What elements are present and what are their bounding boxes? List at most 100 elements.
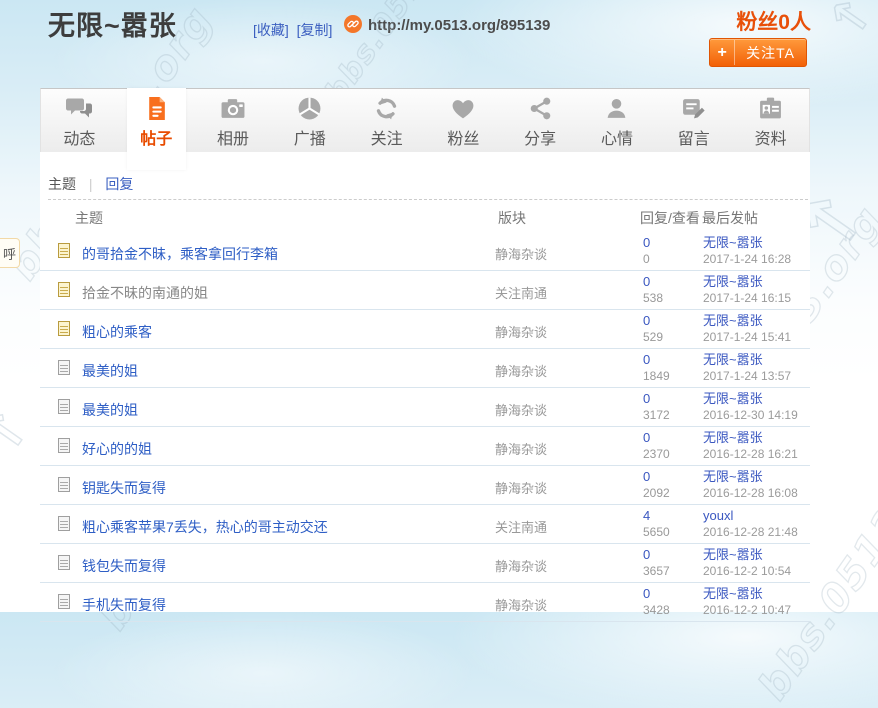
tab-label: 资料 (732, 125, 809, 149)
tab-动态[interactable]: 动态 (41, 89, 118, 152)
message-note-icon (655, 96, 732, 125)
forum-link[interactable]: 静海杂谈 (495, 556, 547, 575)
reply-view-cell: 0538 (643, 274, 663, 306)
thread-document-icon (58, 399, 70, 414)
thread-row: 最美的姐静海杂谈03172无限~嚣张2016-12-30 14:19 (40, 388, 810, 427)
tab-label: 分享 (502, 125, 579, 149)
forum-link[interactable]: 静海杂谈 (495, 400, 547, 419)
last-post-cell: 无限~嚣张2016-12-28 16:21 (703, 430, 798, 462)
favorite-link[interactable]: [收藏] (253, 22, 289, 38)
thread-title-link[interactable]: 最美的姐 (82, 361, 138, 381)
thread-title-link[interactable]: 最美的姐 (82, 400, 138, 420)
tab-关注[interactable]: 关注 (348, 89, 425, 152)
forum-link[interactable]: 静海杂谈 (495, 595, 547, 614)
thread-subnav: 主题 | 回复 (48, 174, 133, 194)
last-post-time: 2017-1-24 16:28 (703, 251, 791, 267)
tab-分享[interactable]: 分享 (502, 89, 579, 152)
view-count: 538 (643, 290, 663, 306)
reply-count-link[interactable]: 0 (643, 274, 663, 290)
share-icon (502, 96, 579, 125)
forum-link[interactable]: 静海杂谈 (495, 322, 547, 341)
thread-title-link[interactable]: 拾金不昧的南通的姐 (82, 283, 208, 303)
reply-count-link[interactable]: 0 (643, 391, 670, 407)
last-poster-link[interactable]: 无限~嚣张 (703, 235, 791, 251)
tab-留言[interactable]: 留言 (655, 89, 732, 152)
forum-link[interactable]: 静海杂谈 (495, 361, 547, 380)
thread-row: 手机失而复得静海杂谈03428无限~嚣张2016-12-2 10:47 (40, 583, 810, 622)
last-poster-link[interactable]: 无限~嚣张 (703, 586, 791, 602)
greeting-side-tab[interactable]: 呼 (0, 238, 20, 268)
plus-icon: + (710, 40, 735, 65)
copy-link[interactable]: [复制] (297, 22, 333, 38)
view-count: 3657 (643, 563, 670, 579)
profile-tab-bar: 动态帖子相册广播关注粉丝分享心情留言资料 (40, 88, 810, 152)
tab-心情[interactable]: 心情 (579, 89, 656, 152)
tab-资料[interactable]: 资料 (732, 89, 809, 152)
tab-粉丝[interactable]: 粉丝 (425, 89, 502, 152)
last-poster-link[interactable]: 无限~嚣张 (703, 352, 791, 368)
tab-广播[interactable]: 广播 (271, 89, 348, 152)
thread-title-link[interactable]: 钥匙失而复得 (82, 478, 166, 498)
greeting-side-tab-label: 呼 (3, 244, 16, 263)
thread-title-link[interactable]: 粗心的乘客 (82, 322, 152, 342)
last-poster-link[interactable]: 无限~嚣张 (703, 547, 791, 563)
last-post-time: 2017-1-24 16:15 (703, 290, 791, 306)
last-poster-link[interactable]: 无限~嚣张 (703, 469, 798, 485)
reply-count-link[interactable]: 0 (643, 547, 670, 563)
thread-document-icon (58, 243, 70, 258)
tab-帖子[interactable]: 帖子 (118, 89, 195, 152)
tab-相册[interactable]: 相册 (195, 89, 272, 152)
profile-url[interactable]: http://my.0513.org/895139 (368, 17, 550, 34)
chat-bubbles-icon (41, 96, 118, 125)
thread-title-link[interactable]: 好心的的姐 (82, 439, 152, 459)
thread-document-icon (58, 360, 70, 375)
thread-row: 钱包失而复得静海杂谈03657无限~嚣张2016-12-2 10:54 (40, 544, 810, 583)
last-post-cell: 无限~嚣张2017-1-24 16:15 (703, 274, 791, 306)
reply-count-link[interactable]: 0 (643, 352, 670, 368)
forum-link[interactable]: 静海杂谈 (495, 439, 547, 458)
last-post-time: 2016-12-28 16:08 (703, 485, 798, 501)
forum-link[interactable]: 静海杂谈 (495, 478, 547, 497)
reply-view-cell: 45650 (643, 508, 670, 540)
last-poster-link[interactable]: youxl (703, 508, 798, 524)
reply-view-cell: 03657 (643, 547, 670, 579)
forum-link[interactable]: 关注南通 (495, 517, 547, 536)
last-poster-link[interactable]: 无限~嚣张 (703, 391, 798, 407)
thread-title-link[interactable]: 手机失而复得 (82, 595, 166, 615)
last-poster-link[interactable]: 无限~嚣张 (703, 274, 791, 290)
last-post-cell: 无限~嚣张2017-1-24 13:57 (703, 352, 791, 384)
reply-view-cell: 02370 (643, 430, 670, 462)
last-post-cell: 无限~嚣张2016-12-2 10:47 (703, 586, 791, 618)
reply-view-cell: 01849 (643, 352, 670, 384)
thread-row: 拾金不昧的南通的姐 关注南通 0538 无限~嚣张2017-1-24 16:15 (40, 271, 810, 310)
reply-count-link[interactable]: 0 (643, 469, 670, 485)
subnav-replies[interactable]: 回复 (105, 176, 133, 192)
last-poster-link[interactable]: 无限~嚣张 (703, 313, 791, 329)
last-poster-link[interactable]: 无限~嚣张 (703, 430, 798, 446)
reply-count-link[interactable]: 0 (643, 586, 670, 602)
last-post-time: 2017-1-24 13:57 (703, 368, 791, 384)
forum-link[interactable]: 静海杂谈 (495, 244, 547, 263)
reply-count-link[interactable]: 0 (643, 313, 663, 329)
camera-icon (195, 96, 272, 125)
tab-label: 帖子 (118, 125, 195, 149)
thread-title-link[interactable]: 粗心乘客苹果7丢失，热心的哥主动交还 (82, 517, 328, 537)
forum-link[interactable]: 关注南通 (495, 283, 547, 302)
tab-label: 动态 (41, 125, 118, 149)
thread-row: 最美的姐 静海杂谈 01849 无限~嚣张2017-1-24 13:57 (40, 349, 810, 388)
reply-count-link[interactable]: 0 (643, 430, 670, 446)
profile-quick-links: [收藏] [复制] (253, 20, 336, 40)
thread-document-icon (58, 516, 70, 531)
thread-title-link[interactable]: 的哥拾金不昧，乘客拿回行李箱 (82, 244, 278, 264)
follow-button[interactable]: + 关注TA (709, 38, 807, 67)
thread-title-link[interactable]: 钱包失而复得 (82, 556, 166, 576)
last-post-time: 2016-12-30 14:19 (703, 407, 798, 423)
last-post-time: 2016-12-28 16:21 (703, 446, 798, 462)
last-post-cell: youxl2016-12-28 21:48 (703, 508, 798, 540)
content-panel: 主题 | 回复 主题 版块 回复/查看 最后发帖 的哥拾金不昧，乘客拿回行李箱静… (40, 152, 810, 612)
person-icon (579, 96, 656, 125)
reply-count-link[interactable]: 0 (643, 235, 650, 251)
column-header-reply-view: 回复/查看 (640, 208, 700, 228)
reply-count-link[interactable]: 4 (643, 508, 670, 524)
subnav-threads[interactable]: 主题 (48, 176, 76, 192)
